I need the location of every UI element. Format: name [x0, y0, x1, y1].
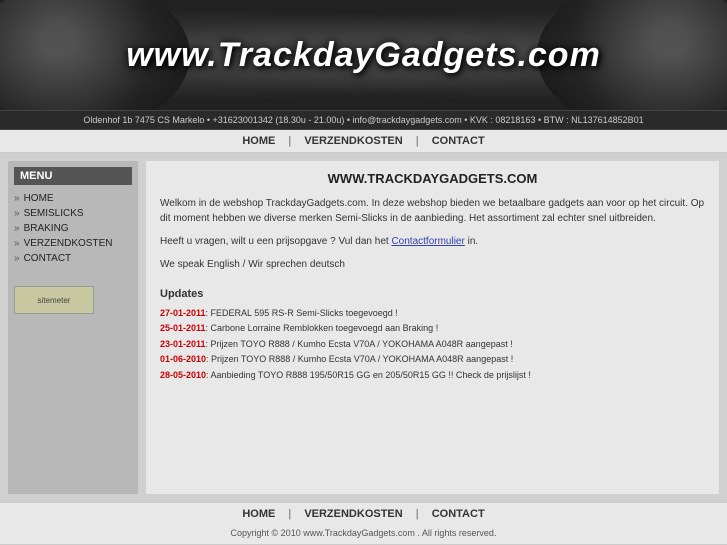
- sidebar-label-semislicks: SEMISLICKS: [24, 208, 84, 219]
- sidebar: MENU » HOME » SEMISLICKS » BRAKING » VER…: [8, 161, 138, 494]
- footer-copyright: Copyright © 2010 www.TrackdayGadgets.com…: [0, 525, 727, 545]
- updates-section: Updates 27-01-2011: FEDERAL 595 RS-R Sem…: [160, 288, 705, 382]
- para2-suffix: in.: [465, 236, 478, 247]
- update-date: 27-01-2011: [160, 308, 206, 318]
- nav-sep-2: |: [416, 135, 422, 147]
- info-bar: Oldenhof 1b 7475 CS Markelo • +316230013…: [0, 110, 727, 130]
- para2-prefix: Heeft u vragen, wilt u een prijsopgave ?…: [160, 236, 391, 247]
- content-para1: Welkom in de webshop TrackdayGadgets.com…: [160, 196, 705, 226]
- sidebar-label-home: HOME: [24, 193, 54, 204]
- update-date: 28-05-2010: [160, 370, 206, 380]
- contactformulier-link[interactable]: Contactformulier: [391, 236, 464, 247]
- footer-verzendkosten-link[interactable]: VERZENDKOSTEN: [294, 508, 412, 520]
- content-para2: Heeft u vragen, wilt u een prijsopgave ?…: [160, 234, 705, 249]
- footer-contact-link[interactable]: CONTACT: [422, 508, 495, 520]
- bullet-semislicks: »: [14, 208, 20, 219]
- update-date: 01-06-2010: [160, 354, 206, 364]
- nav-verzendkosten-link[interactable]: VERZENDKOSTEN: [294, 135, 412, 147]
- update-item: 01-06-2010: Prijzen TOYO R888 / Kumho Ec…: [160, 352, 705, 366]
- copyright-text: Copyright © 2010 www.TrackdayGadgets.com…: [231, 528, 497, 538]
- updates-list: 27-01-2011: FEDERAL 595 RS-R Semi-Slicks…: [160, 306, 705, 382]
- content-title: WWW.TRACKDAYGADGETS.COM: [160, 171, 705, 186]
- content-para3: We speak English / Wir sprechen deutsch: [160, 257, 705, 272]
- bullet-braking: »: [14, 223, 20, 234]
- header: www.TrackdayGadgets.com: [0, 0, 727, 110]
- bullet-home: »: [14, 193, 20, 204]
- update-item: 23-01-2011: Prijzen TOYO R888 / Kumho Ec…: [160, 337, 705, 351]
- sidebar-title: MENU: [14, 167, 132, 185]
- update-item: 27-01-2011: FEDERAL 595 RS-R Semi-Slicks…: [160, 306, 705, 320]
- sidebar-item-contact[interactable]: » CONTACT: [14, 251, 132, 266]
- footer-nav-sep-2: |: [416, 508, 422, 520]
- sidebar-item-semislicks[interactable]: » SEMISLICKS: [14, 206, 132, 221]
- main-wrapper: MENU » HOME » SEMISLICKS » BRAKING » VER…: [0, 153, 727, 502]
- update-item: 25-01-2011: Carbone Lorraine Remblokken …: [160, 321, 705, 335]
- sitemeter-logo: sitemeter: [14, 286, 94, 314]
- content-area: WWW.TRACKDAYGADGETS.COM Welkom in de web…: [146, 161, 719, 494]
- sidebar-label-contact: CONTACT: [24, 253, 72, 264]
- update-item: 28-05-2010: Aanbieding TOYO R888 195/50R…: [160, 368, 705, 382]
- sidebar-item-home[interactable]: » HOME: [14, 191, 132, 206]
- updates-title: Updates: [160, 288, 705, 300]
- update-date: 23-01-2011: [160, 339, 206, 349]
- sidebar-label-braking: BRAKING: [24, 223, 69, 234]
- sitemeter-text: sitemeter: [38, 296, 71, 305]
- footer-nav: HOME | VERZENDKOSTEN | CONTACT: [0, 502, 727, 525]
- top-nav: HOME | VERZENDKOSTEN | CONTACT: [0, 130, 727, 153]
- update-date: 25-01-2011: [160, 323, 206, 333]
- sidebar-item-braking[interactable]: » BRAKING: [14, 221, 132, 236]
- info-bar-text: Oldenhof 1b 7475 CS Markelo • +316230013…: [83, 115, 643, 125]
- sidebar-item-verzendkosten[interactable]: » VERZENDKOSTEN: [14, 236, 132, 251]
- nav-home-link[interactable]: HOME: [232, 135, 285, 147]
- bullet-verzendkosten: »: [14, 238, 20, 249]
- site-title: www.TrackdayGadgets.com: [126, 36, 601, 75]
- sidebar-label-verzendkosten: VERZENDKOSTEN: [24, 238, 113, 249]
- nav-contact-link[interactable]: CONTACT: [422, 135, 495, 147]
- bullet-contact: »: [14, 253, 20, 264]
- footer-home-link[interactable]: HOME: [232, 508, 285, 520]
